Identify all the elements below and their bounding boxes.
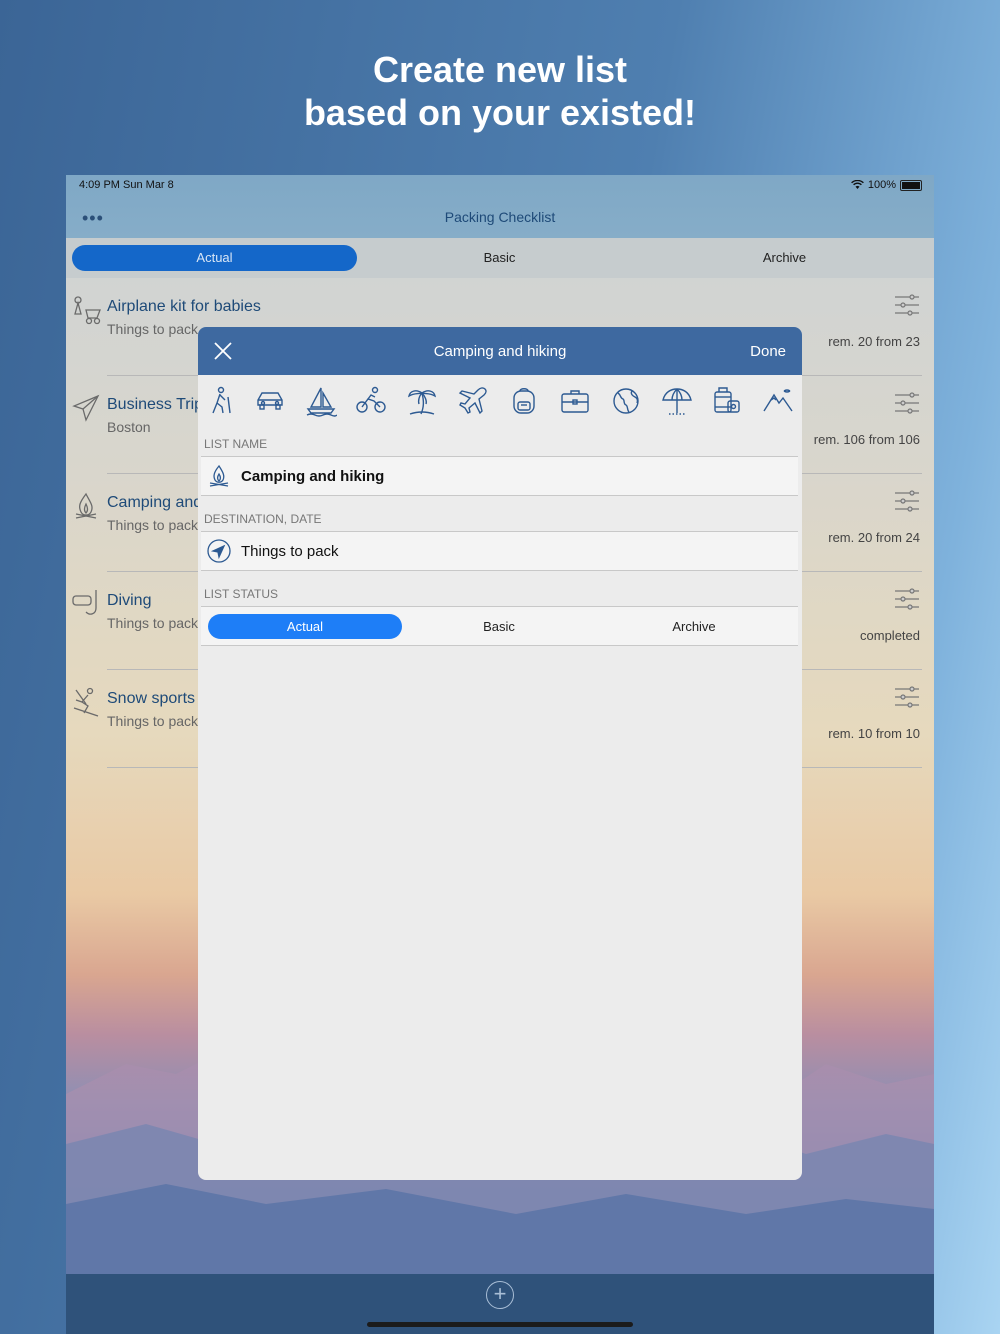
backpack-icon[interactable] <box>508 385 540 417</box>
airplane-icon <box>72 394 100 422</box>
status-segmented-control: Actual Basic Archive <box>201 606 798 646</box>
campfire-icon <box>209 464 229 487</box>
adjust-icon[interactable] <box>894 294 920 316</box>
status-label: LIST STATUS <box>204 587 279 601</box>
list-subtitle: Things to pack <box>107 615 199 631</box>
status-right: 100% <box>850 179 922 191</box>
done-button[interactable]: Done <box>750 343 786 360</box>
bottom-toolbar: + <box>66 1274 934 1334</box>
status-archive[interactable]: Archive <box>597 614 791 639</box>
home-indicator <box>367 1322 633 1327</box>
list-name-field[interactable]: Camping and hiking <box>201 456 798 496</box>
location-arrow-icon <box>207 539 231 563</box>
modal-title: Camping and hiking <box>433 343 567 360</box>
skier-icon <box>73 687 99 717</box>
snorkel-icon <box>72 590 97 615</box>
battery-icon <box>900 179 922 191</box>
list-name-value: Camping and hiking <box>241 468 385 485</box>
sailboat-icon[interactable] <box>305 385 337 417</box>
list-title: Camping and <box>107 494 203 511</box>
tab-archive[interactable]: Archive <box>642 245 927 271</box>
status-basic[interactable]: Basic <box>402 614 596 639</box>
top-segmented-control: Actual Basic Archive <box>66 238 934 278</box>
destination-label: DESTINATION, DATE <box>204 512 322 526</box>
list-title: Snow sports <box>107 690 196 707</box>
list-status: rem. 20 from 23 <box>828 334 920 349</box>
list-subtitle: Things to pack <box>107 713 199 729</box>
list-status: rem. 10 from 10 <box>828 726 920 741</box>
status-bar: 4:09 PM Sun Mar 8 100% <box>66 175 934 197</box>
list-status: completed <box>860 628 920 643</box>
airplane-icon[interactable] <box>457 385 489 417</box>
cyclist-icon[interactable] <box>355 385 387 417</box>
luggage-icon[interactable] <box>711 385 743 417</box>
briefcase-icon[interactable] <box>559 385 591 417</box>
nav-title: Packing Checklist <box>444 209 556 225</box>
adjust-icon[interactable] <box>894 686 920 708</box>
battery-percent: 100% <box>867 179 896 191</box>
list-subtitle: Things to pack <box>107 517 199 533</box>
adjust-icon[interactable] <box>894 588 920 610</box>
adjust-icon[interactable] <box>894 392 920 414</box>
car-icon[interactable] <box>254 385 286 417</box>
list-title: Diving <box>107 592 152 609</box>
navigation-bar: 4:09 PM Sun Mar 8 100% ••• Packing Check… <box>66 175 934 238</box>
wifi-icon <box>850 180 864 189</box>
destination-value: Things to pack <box>241 543 339 560</box>
list-name-label: LIST NAME <box>204 437 268 451</box>
adjust-icon[interactable] <box>894 490 920 512</box>
add-list-button[interactable]: + <box>486 1281 514 1309</box>
list-subtitle: Things to pack <box>107 321 199 337</box>
tab-actual[interactable]: Actual <box>72 245 357 271</box>
modal-header: Camping and hiking Done <box>198 327 802 375</box>
list-status: rem. 106 from 106 <box>813 432 920 447</box>
destination-field[interactable]: Things to pack <box>201 531 798 571</box>
list-subtitle: Boston <box>107 419 151 435</box>
headline-line-2: based on your existed! <box>303 92 697 133</box>
headline-line-1: Create new list <box>372 49 628 90</box>
baby-stroller-icon <box>74 296 101 325</box>
edit-list-modal: Camping and hiking Done LIST NAME Campin… <box>198 327 802 1180</box>
list-status: rem. 20 from 24 <box>828 530 920 545</box>
hiker-icon[interactable] <box>204 385 236 417</box>
beach-umbrella-icon[interactable] <box>661 385 693 417</box>
globe-icon[interactable] <box>610 385 642 417</box>
icon-picker <box>198 379 802 427</box>
palm-tree-icon[interactable] <box>406 385 438 417</box>
tab-basic[interactable]: Basic <box>357 245 642 271</box>
campfire-icon <box>75 492 97 519</box>
headline: Create new list based on your existed! <box>0 48 1000 134</box>
status-time: 4:09 PM Sun Mar 8 <box>79 179 174 191</box>
status-actual[interactable]: Actual <box>208 614 402 639</box>
mountains-icon[interactable] <box>762 385 794 417</box>
list-title: Business Trip <box>107 396 204 413</box>
list-title: Airplane kit for babies <box>107 298 261 315</box>
